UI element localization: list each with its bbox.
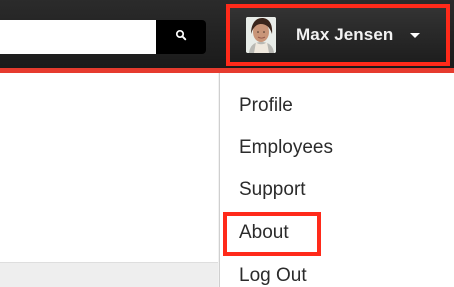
user-dropdown-menu: Profile Employees Support About Log Out — [219, 73, 454, 287]
user-menu-button[interactable]: Max Jensen — [226, 4, 450, 66]
avatar — [246, 17, 276, 53]
app-page: Max Jensen Profile Employees Support Abo… — [0, 0, 454, 287]
menu-item-support[interactable]: Support — [239, 175, 306, 205]
chevron-down-icon — [410, 32, 421, 38]
main-content-area — [0, 73, 218, 287]
search-input[interactable] — [0, 20, 156, 54]
search-button[interactable] — [156, 20, 206, 54]
search-icon — [175, 28, 187, 46]
menu-item-profile[interactable]: Profile — [239, 91, 293, 121]
content-footer-strip — [0, 262, 218, 287]
user-name: Max Jensen — [296, 25, 394, 44]
menu-item-log-out[interactable]: Log Out — [239, 261, 307, 287]
menu-item-employees[interactable]: Employees — [239, 133, 333, 163]
menu-item-about[interactable]: About — [239, 218, 289, 248]
